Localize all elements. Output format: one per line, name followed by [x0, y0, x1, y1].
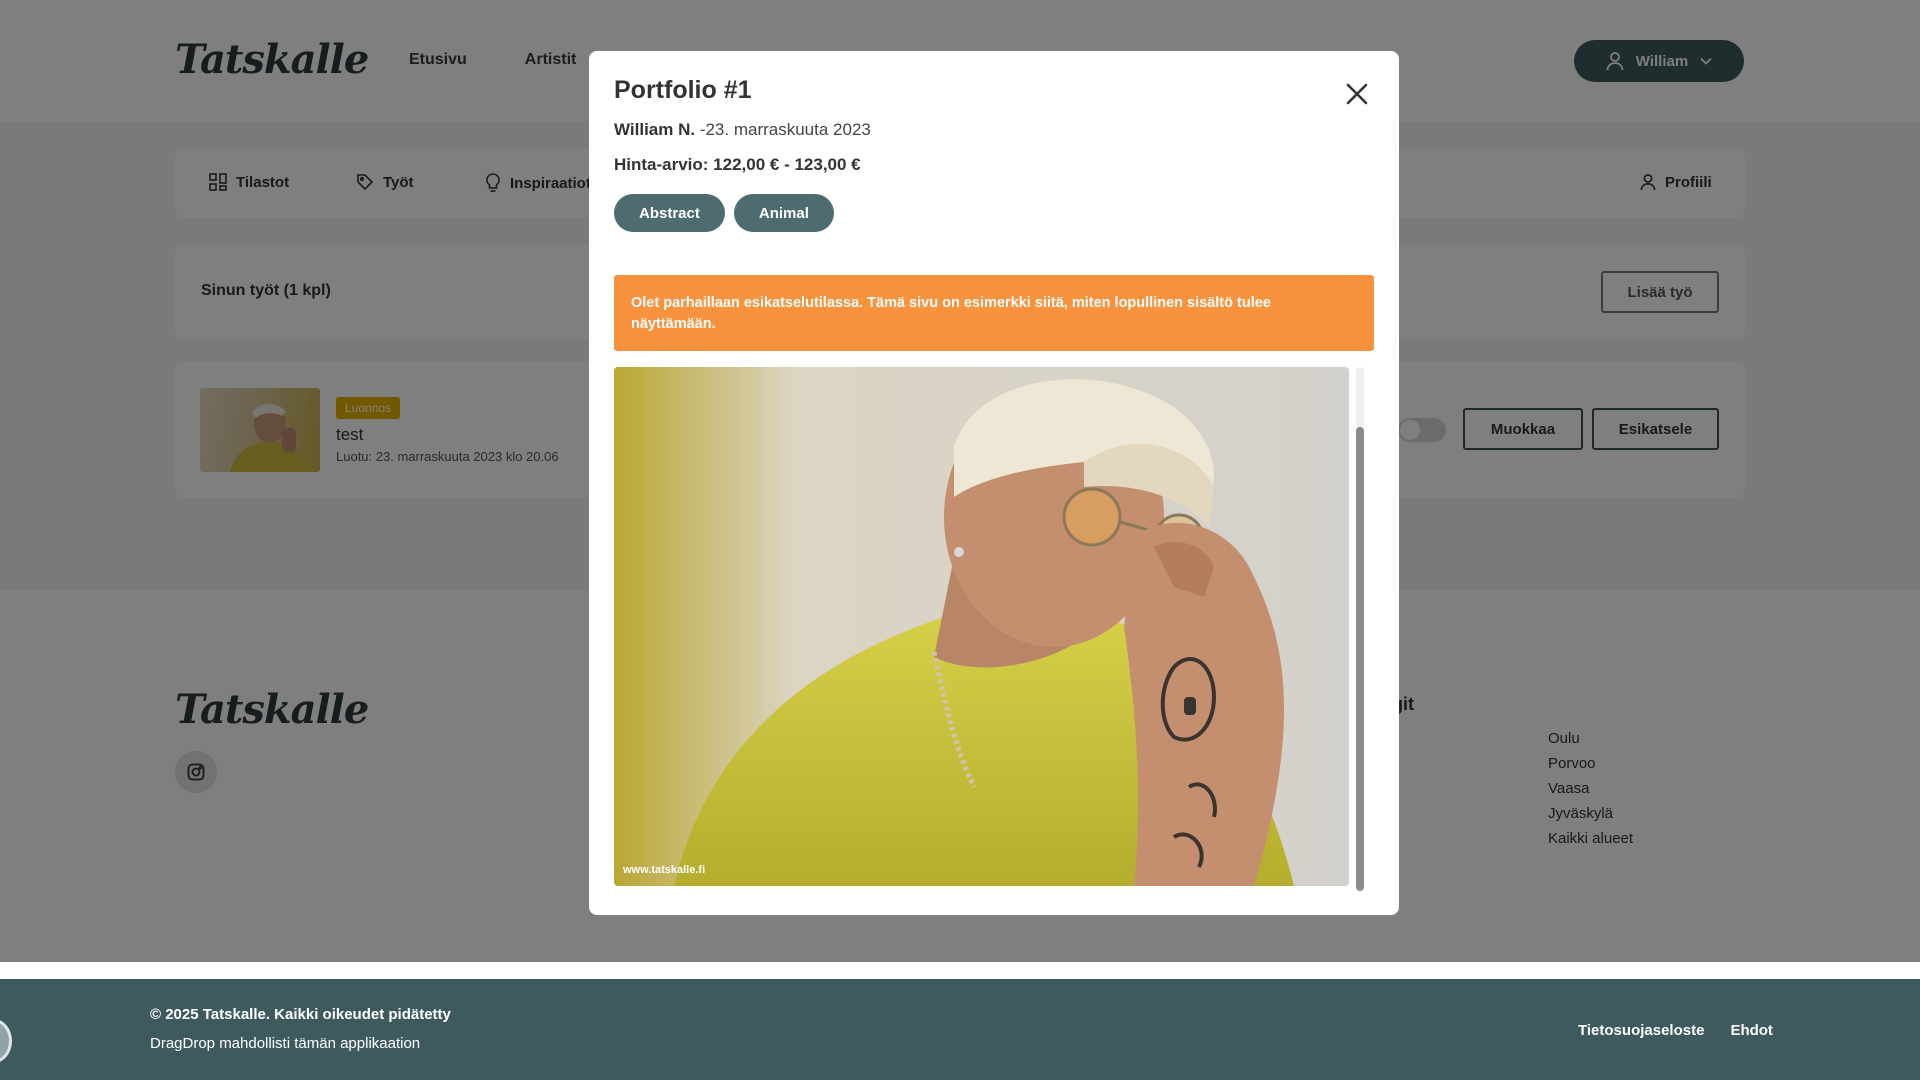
bottom-bar: © 2025 Tatskalle. Kaikki oikeudet pidäte…: [0, 979, 1920, 1080]
tag-abstract[interactable]: Abstract: [614, 194, 725, 232]
portfolio-preview-modal: Portfolio #1 William N. -23. marraskuuta…: [589, 51, 1399, 915]
author-line: William N. -23. marraskuuta 2023: [614, 120, 871, 140]
modal-scrollbar[interactable]: [1356, 367, 1364, 891]
post-date: -23. marraskuuta 2023: [695, 120, 871, 139]
terms-link[interactable]: Ehdot: [1730, 1022, 1773, 1039]
copyright-text: © 2025 Tatskalle. Kaikki oikeudet pidäte…: [150, 1006, 451, 1023]
close-icon: [1346, 83, 1368, 105]
image-watermark: www.tatskalle.fi: [623, 864, 706, 876]
author-name: William N.: [614, 120, 696, 139]
close-button[interactable]: [1343, 80, 1371, 108]
modal-title: Portfolio #1: [614, 76, 752, 104]
scrollbar-thumb[interactable]: [1356, 427, 1364, 891]
portfolio-image: www.tatskalle.fi: [614, 367, 1349, 886]
price-estimate: Hinta-arvio: 122,00 € - 123,00 €: [614, 155, 861, 174]
privacy-policy-link[interactable]: Tietosuojaseloste: [1578, 1022, 1704, 1039]
tag-list: Abstract Animal: [614, 194, 834, 232]
powered-by-text: DragDrop mahdollisti tämän applikaation: [150, 1035, 421, 1052]
preview-mode-alert: Olet parhaillaan esikatselutilassa. Tämä…: [614, 275, 1374, 351]
legal-links: Tietosuojaseloste Ehdot: [1578, 1022, 1773, 1039]
tag-animal[interactable]: Animal: [733, 194, 834, 232]
